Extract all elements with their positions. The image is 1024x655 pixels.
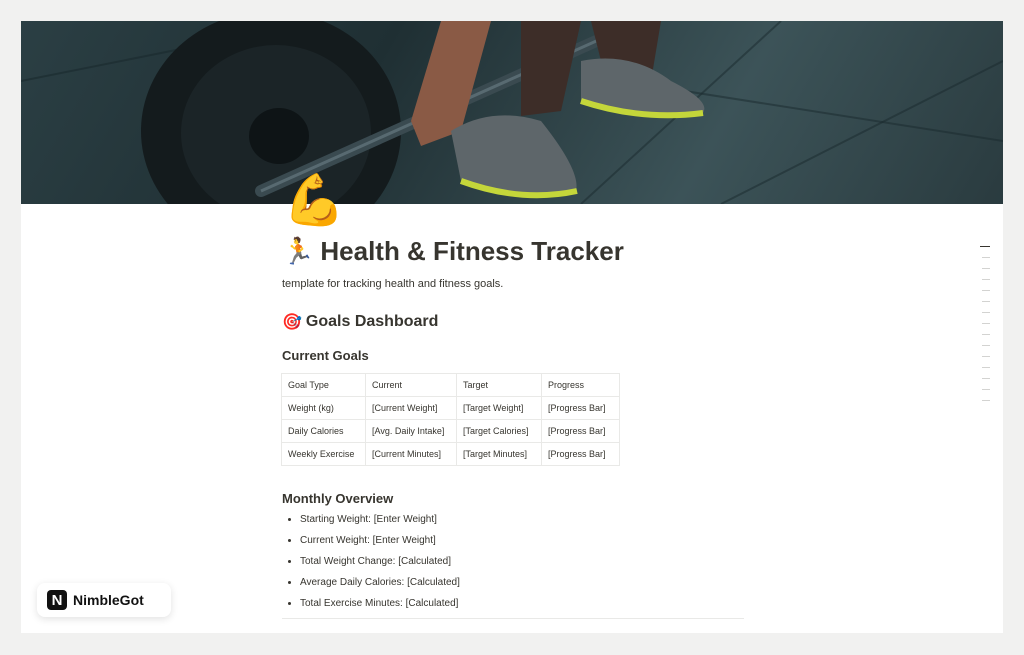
toc-marker[interactable] <box>982 279 990 280</box>
table-header-cell[interactable]: Progress <box>541 373 620 397</box>
notion-page: 💪 🏃 Health & Fitness Tracker template fo… <box>21 21 1003 633</box>
toc-marker[interactable] <box>982 257 990 258</box>
table-cell[interactable]: [Progress Bar] <box>541 442 620 466</box>
nimblegot-logo-icon: N <box>47 590 67 610</box>
target-emoji-icon: 🎯 <box>282 312 302 331</box>
table-cell[interactable]: [Current Weight] <box>365 396 457 420</box>
page-description[interactable]: template for tracking health and fitness… <box>282 278 503 290</box>
toc-marker[interactable] <box>982 389 990 390</box>
toc-marker[interactable] <box>982 367 990 368</box>
current-goals-table: Goal Type Current Target Progress Weight… <box>281 373 620 466</box>
table-cell[interactable]: [Target Minutes] <box>456 442 542 466</box>
table-cell[interactable]: [Current Minutes] <box>365 442 457 466</box>
table-cell[interactable]: [Progress Bar] <box>541 419 620 443</box>
toc-marker[interactable] <box>982 356 990 357</box>
page-icon-flexed-biceps[interactable]: 💪 <box>283 172 345 228</box>
table-cell[interactable]: [Progress Bar] <box>541 396 620 420</box>
cover-image[interactable] <box>21 21 1003 204</box>
list-item[interactable]: Average Daily Calories: [Calculated] <box>300 572 460 593</box>
table-header-cell[interactable]: Target <box>456 373 542 397</box>
toc-marker[interactable] <box>982 301 990 302</box>
table-cell[interactable]: [Target Calories] <box>456 419 542 443</box>
table-cell[interactable]: Daily Calories <box>281 419 366 443</box>
table-row: Weekly Exercise [Current Minutes] [Targe… <box>281 442 620 466</box>
goals-dashboard-heading-row: 🎯 Goals Dashboard <box>282 312 438 331</box>
list-item[interactable]: Total Weight Change: [Calculated] <box>300 551 460 572</box>
brand-name: NimbleGot <box>73 592 144 608</box>
nimblegot-brand-badge[interactable]: N NimbleGot <box>37 583 171 617</box>
table-cell[interactable]: Weight (kg) <box>281 396 366 420</box>
toc-marker-active[interactable] <box>980 246 990 247</box>
runner-emoji-icon: 🏃 <box>282 236 315 267</box>
list-item[interactable]: Current Weight: [Enter Weight] <box>300 530 460 551</box>
toc-marker[interactable] <box>982 323 990 324</box>
current-goals-heading[interactable]: Current Goals <box>282 348 369 363</box>
page-title-row: 🏃 Health & Fitness Tracker <box>282 236 624 267</box>
toc-marker[interactable] <box>982 345 990 346</box>
divider <box>282 618 744 619</box>
table-cell[interactable]: [Avg. Daily Intake] <box>365 419 457 443</box>
table-of-contents-rail[interactable] <box>979 246 991 411</box>
toc-marker[interactable] <box>982 268 990 269</box>
toc-marker[interactable] <box>982 378 990 379</box>
table-header-cell[interactable]: Goal Type <box>281 373 366 397</box>
goals-dashboard-heading[interactable]: Goals Dashboard <box>306 313 438 331</box>
table-cell[interactable]: [Target Weight] <box>456 396 542 420</box>
table-header-row: Goal Type Current Target Progress <box>281 373 620 397</box>
toc-marker[interactable] <box>982 400 990 401</box>
table-row: Daily Calories [Avg. Daily Intake] [Targ… <box>281 419 620 443</box>
table-cell[interactable]: Weekly Exercise <box>281 442 366 466</box>
toc-marker[interactable] <box>982 334 990 335</box>
cover-illustration <box>21 21 1003 204</box>
list-item[interactable]: Total Exercise Minutes: [Calculated] <box>300 593 460 614</box>
list-item[interactable]: Starting Weight: [Enter Weight] <box>300 509 460 530</box>
monthly-overview-heading[interactable]: Monthly Overview <box>282 491 393 506</box>
table-header-cell[interactable]: Current <box>365 373 457 397</box>
page-title[interactable]: Health & Fitness Tracker <box>320 236 623 267</box>
table-row: Weight (kg) [Current Weight] [Target Wei… <box>281 396 620 420</box>
monthly-overview-list: Starting Weight: [Enter Weight] Current … <box>282 509 460 614</box>
toc-marker[interactable] <box>982 290 990 291</box>
toc-marker[interactable] <box>982 312 990 313</box>
